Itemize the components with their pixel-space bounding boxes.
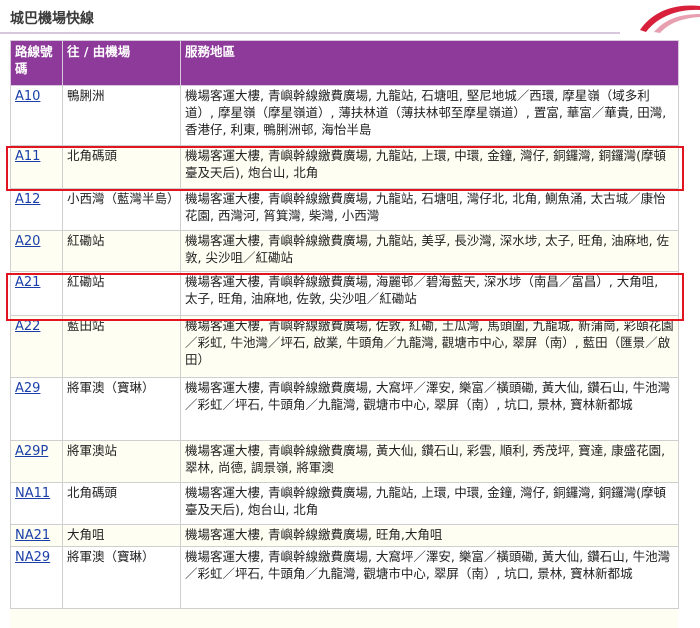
area-cell: 機場客運大樓, 青嶼幹線繳費廣場, 大窩坪／澤安, 樂富／橫頭磡, 黃大仙, 鑽… [180, 377, 679, 441]
route-link-a29p[interactable]: A29P [15, 444, 48, 459]
table-row: A22 藍田站 機場客運大樓, 青嶼幹線繳費廣場, 佐敦, 紅磡, 土瓜灣, 馬… [10, 315, 679, 378]
terminus-cell: 藍田站 [62, 315, 181, 378]
area-cell: 機場客運大樓, 青嶼幹線繳費廣場, 九龍站, 石塘咀, 灣仔北, 北角, 鰂魚涌… [180, 188, 679, 231]
page-title: 城巴機場快線 [10, 11, 94, 27]
table-row: A12 小西灣（藍灣半島） 機場客運大樓, 青嶼幹線繳費廣場, 九龍站, 石塘咀… [10, 188, 679, 231]
route-link-na11[interactable]: NA11 [15, 486, 50, 501]
routes-panel: 路線號碼 往 / 由機場 服務地區 A10 鴨脷洲 機場客運大樓, 青嶼幹線繳費… [10, 40, 679, 628]
terminus-cell: 北角碼頭 [62, 482, 181, 525]
col-header-area: 服務地區 [180, 40, 679, 86]
highlight-box-a21 [6, 273, 684, 321]
col-header-terminus: 往 / 由機場 [62, 40, 181, 86]
area-cell: 機場客運大樓, 青嶼幹線繳費廣場, 旺角,大角咀 [180, 524, 679, 547]
table-row: A29 將軍澳（寶琳） 機場客運大樓, 青嶼幹線繳費廣場, 大窩坪／澤安, 樂富… [10, 377, 679, 441]
table-header-row: 路線號碼 往 / 由機場 服務地區 [10, 40, 679, 86]
table-row: NA21 大角咀 機場客運大樓, 青嶼幹線繳費廣場, 旺角,大角咀 [10, 524, 679, 547]
terminus-cell: 將軍澳（寶琳） [62, 546, 181, 609]
area-cell: 機場客運大樓, 青嶼幹線繳費廣場, 黃大仙, 鑽石山, 彩雲, 順利, 秀茂坪,… [180, 440, 679, 483]
table-row: A10 鴨脷洲 機場客運大樓, 青嶼幹線繳費廣場, 九龍站, 石塘咀, 堅尼地城… [10, 85, 679, 146]
terminus-cell: 大角咀 [62, 524, 181, 547]
highlight-box-a11 [6, 146, 684, 191]
terminus-cell: 將軍澳站 [62, 440, 181, 483]
terminus-cell: 小西灣（藍灣半島） [62, 188, 181, 231]
col-header-route: 路線號碼 [10, 40, 63, 86]
area-cell: 機場客運大樓, 青嶼幹線繳費廣場, 佐敦, 紅磡, 土瓜灣, 馬頭圍, 九龍城,… [180, 315, 679, 378]
route-link-a29[interactable]: A29 [15, 381, 40, 396]
table-row: A20 紅磡站 機場客運大樓, 青嶼幹線繳費廣場, 九龍站, 美孚, 長沙灣, … [10, 230, 679, 272]
page-header: 城巴機場快線 [0, 0, 700, 38]
area-cell: 機場客運大樓, 青嶼幹線繳費廣場, 大窩坪／澤安, 樂富／橫頭磡, 黃大仙, 鑽… [180, 546, 679, 609]
terminus-cell: 紅磡站 [62, 230, 181, 272]
terminus-cell: 鴨脷洲 [62, 85, 181, 146]
area-cell: 機場客運大樓, 青嶼幹線繳費廣場, 九龍站, 石塘咀, 堅尼地城／西環, 摩星嶺… [180, 85, 679, 146]
logo-swoosh-icon [640, 5, 700, 33]
table-row: NA29 將軍澳（寶琳） 機場客運大樓, 青嶼幹線繳費廣場, 大窩坪／澤安, 樂… [10, 546, 679, 609]
route-link-a12[interactable]: A12 [15, 192, 40, 207]
route-link-a22[interactable]: A22 [15, 319, 40, 334]
route-link-a10[interactable]: A10 [15, 89, 40, 104]
routes-table: 路線號碼 往 / 由機場 服務地區 A10 鴨脷洲 機場客運大樓, 青嶼幹線繳費… [10, 40, 679, 609]
table-row: A29P 將軍澳站 機場客運大樓, 青嶼幹線繳費廣場, 黃大仙, 鑽石山, 彩雲… [10, 440, 679, 483]
header-divider [0, 32, 620, 34]
route-link-a20[interactable]: A20 [15, 234, 40, 249]
table-row: NA11 北角碼頭 機場客運大樓, 青嶼幹線繳費廣場, 九龍站, 上環, 中環,… [10, 482, 679, 525]
area-cell: 機場客運大樓, 青嶼幹線繳費廣場, 九龍站, 上環, 中環, 金鐘, 灣仔, 銅… [180, 482, 679, 525]
route-link-na21[interactable]: NA21 [15, 528, 50, 543]
route-link-na29[interactable]: NA29 [15, 550, 50, 565]
area-cell: 機場客運大樓, 青嶼幹線繳費廣場, 九龍站, 美孚, 長沙灣, 深水埗, 太子,… [180, 230, 679, 272]
terminus-cell: 將軍澳（寶琳） [62, 377, 181, 441]
